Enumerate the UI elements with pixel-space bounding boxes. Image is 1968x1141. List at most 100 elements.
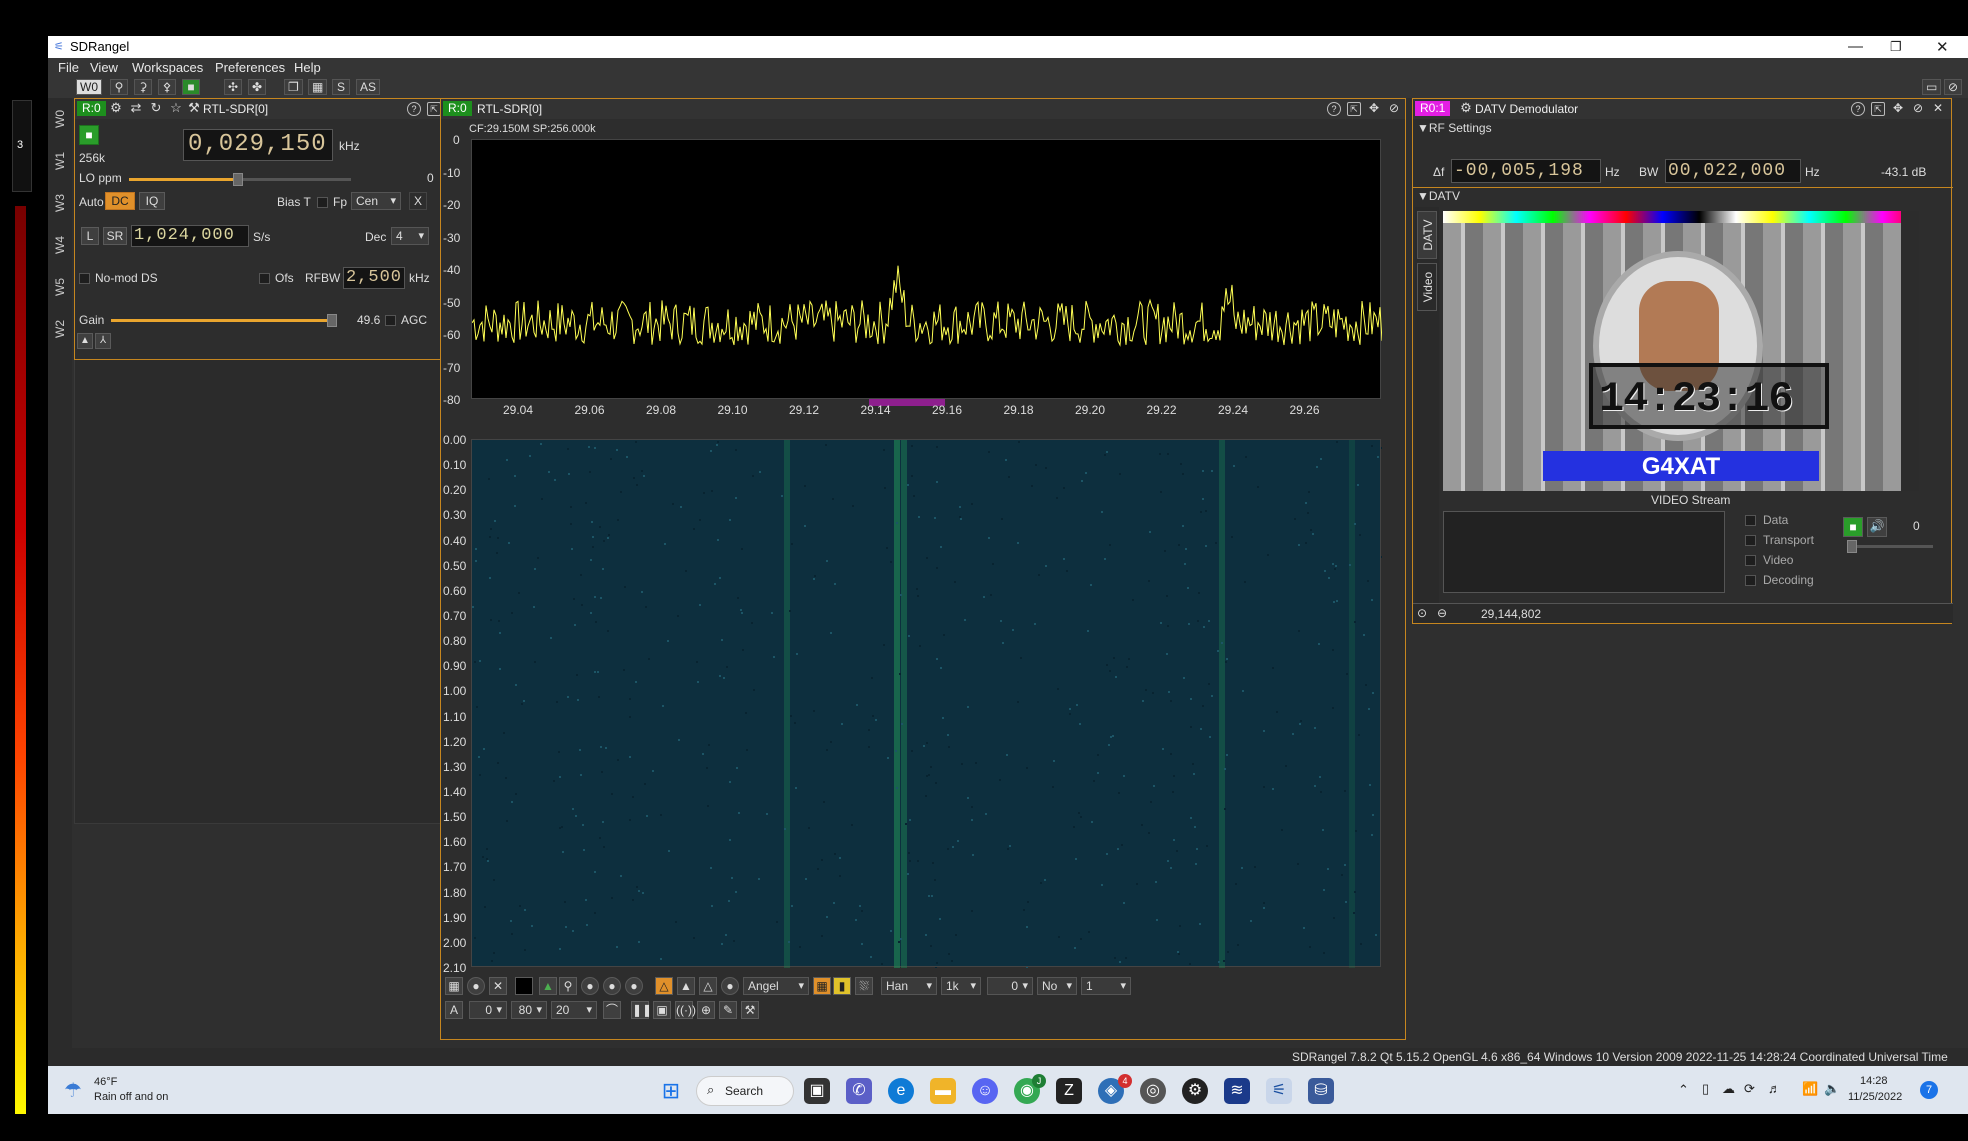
fft-window-select[interactable]: Han <box>881 977 937 995</box>
help-icon[interactable]: ? <box>407 102 421 116</box>
reference-level-spinbox[interactable]: 0 <box>469 1001 507 1019</box>
bias-t-checkbox[interactable] <box>317 197 328 208</box>
menu-view[interactable]: View <box>90 60 118 75</box>
curve-icon[interactable]: ⌒ <box>603 1001 621 1019</box>
restore-button[interactable]: ❐ <box>1890 39 1902 55</box>
workspace-tab-w1[interactable]: W1 <box>53 152 67 170</box>
change-device-icon[interactable]: ⇄ <box>129 101 143 116</box>
network-tool-icon[interactable]: ⛁ <box>1308 1078 1334 1104</box>
waterfall-grid-icon[interactable]: ▦ <box>813 977 831 995</box>
tile-icon[interactable]: ✤ <box>248 79 267 95</box>
lo-ppm-slider[interactable] <box>129 173 351 186</box>
play-stop-button[interactable]: ■ <box>1843 517 1863 537</box>
colormap-icon[interactable]: ▮ <box>833 977 851 995</box>
add-mimo-device-icon[interactable]: ⚴ <box>158 79 176 95</box>
gain-slider-knob[interactable] <box>327 314 337 327</box>
marker-1-icon[interactable]: ● <box>581 977 599 995</box>
edge-icon[interactable]: e <box>888 1078 914 1104</box>
marker-2-icon[interactable]: ● <box>603 977 621 995</box>
peak-outline-icon[interactable]: △ <box>699 977 717 995</box>
stack-windows-icon[interactable]: ❐ <box>284 79 303 95</box>
add-rx-device-icon[interactable]: ⚲ <box>110 79 128 95</box>
menu-help[interactable]: Help <box>294 60 321 75</box>
agc-checkbox[interactable] <box>385 315 396 326</box>
trinode-icon[interactable]: ⅄ <box>95 333 111 349</box>
obs-icon[interactable]: ◎ <box>1140 1078 1166 1104</box>
no-mod-ds-checkbox[interactable] <box>79 273 90 284</box>
range-spinbox[interactable]: 80 <box>511 1001 547 1019</box>
sync-icon[interactable]: ⟳ <box>1744 1081 1755 1097</box>
microphone-icon[interactable]: ♬ <box>1768 1081 1781 1096</box>
clock-time[interactable]: 14:28 <box>1860 1075 1888 1087</box>
spectrum-help-icon[interactable]: ? <box>1327 102 1341 116</box>
stack-button[interactable]: S <box>332 79 350 95</box>
teams-icon[interactable]: ✆ <box>846 1078 872 1104</box>
filezilla-icon[interactable]: Z <box>1056 1078 1082 1104</box>
minimize-button[interactable]: — <box>1848 38 1863 55</box>
spectrum-undock-icon[interactable]: ⇱ <box>1347 102 1361 116</box>
color-icon[interactable]: ● <box>721 977 739 995</box>
datv-settings-gear-icon[interactable]: ⚙ <box>1459 101 1473 116</box>
start-button-icon[interactable]: ⊞ <box>658 1078 684 1104</box>
tools-icon[interactable]: ⚒ <box>741 1001 759 1019</box>
start-stop-button[interactable]: ■ <box>79 125 99 145</box>
datv-undock-icon[interactable]: ⇱ <box>1871 102 1885 116</box>
decimation-select[interactable]: 4 <box>391 227 429 245</box>
overlap-select[interactable]: No <box>1037 977 1077 995</box>
wifi-icon[interactable]: 📶 <box>1802 1081 1818 1097</box>
file-explorer-icon[interactable]: ▬ <box>930 1078 956 1104</box>
sr-button[interactable]: SR <box>103 227 127 245</box>
add-feature-icon[interactable]: ■ <box>182 79 200 95</box>
black-square-icon[interactable] <box>515 977 533 995</box>
notification-badge[interactable]: 7 <box>1920 1081 1938 1099</box>
menu-preferences[interactable]: Preferences <box>215 60 285 75</box>
fp-position-select[interactable]: Cen <box>351 192 401 210</box>
battery-icon[interactable]: ▯ <box>1702 1081 1709 1097</box>
grid-layout-icon[interactable]: ▦ <box>308 79 328 95</box>
datv-help-icon[interactable]: ? <box>1851 102 1865 116</box>
up-arrow-icon[interactable]: ▲ <box>77 333 93 349</box>
averaging-select[interactable]: 1 <box>1081 977 1131 995</box>
volume-slider[interactable] <box>1847 540 1933 553</box>
cloud-icon[interactable]: ☁ <box>1722 1081 1735 1097</box>
offset-tuning-checkbox[interactable] <box>259 273 270 284</box>
task-view-icon[interactable]: ▣ <box>804 1078 830 1104</box>
discord-icon[interactable]: ☺ <box>972 1078 998 1104</box>
workspace-tab-w3[interactable]: W3 <box>53 194 67 212</box>
weather-temp[interactable]: 46°F <box>94 1076 117 1088</box>
move-to-device-icon[interactable]: ⊙ <box>1417 606 1427 620</box>
close-button[interactable]: ✕ <box>1936 38 1949 56</box>
workspace-button[interactable]: W0 <box>76 79 102 95</box>
pause-icon[interactable]: ❚❚ <box>631 1001 652 1019</box>
sdrangel-taskbar-icon[interactable]: ⚟ <box>1266 1078 1292 1104</box>
marker-3-icon[interactable]: ● <box>625 977 643 995</box>
center-frequency-dial[interactable]: 0,029,150 <box>183 129 333 161</box>
datv-close-icon[interactable]: ✕ <box>1931 102 1945 116</box>
undock-icon[interactable]: ⇱ <box>427 102 441 116</box>
grid-toggle-icon[interactable]: ▦ <box>445 977 463 995</box>
fft-size-select[interactable]: 1k <box>941 977 981 995</box>
spectrum-maximize-icon[interactable]: ✥ <box>1367 102 1381 116</box>
ruler-icon[interactable]: ✎ <box>719 1001 737 1019</box>
3d-spectrogram-icon[interactable]: ⛆ <box>855 977 873 995</box>
show-hidden-icons[interactable]: ⌃ <box>1678 1082 1689 1098</box>
workspace-tab-w5[interactable]: W5 <box>53 278 67 296</box>
gain-slider[interactable] <box>111 314 337 327</box>
settings-gear-icon[interactable]: ⚙ <box>109 101 123 116</box>
clock-date[interactable]: 11/25/2022 <box>1848 1091 1902 1103</box>
dc-correction-button[interactable]: DC <box>105 192 135 210</box>
palette-select[interactable]: Angel <box>743 977 809 995</box>
iq-correction-button[interactable]: IQ <box>139 192 165 210</box>
menu-file[interactable]: File <box>58 60 79 75</box>
workspace-tab-w2[interactable]: W2 <box>53 320 67 338</box>
speaker-icon[interactable]: 🔊 <box>1867 517 1887 537</box>
datv-section-toggle[interactable]: ▼DATV <box>1417 189 1460 203</box>
cascade-icon[interactable]: ✣ <box>224 79 243 95</box>
bandwidth-dial[interactable]: 00,022,000 <box>1665 159 1801 183</box>
auto-stack-button[interactable]: AS <box>356 79 381 95</box>
spectrum-hide-icon[interactable]: ⊘ <box>1387 102 1401 116</box>
device-tool-icon[interactable]: ⚒ <box>187 101 201 116</box>
broadcast-icon[interactable]: ((·)) <box>675 1001 696 1019</box>
reset-icon[interactable]: ✕ <box>489 977 507 995</box>
steam-icon[interactable]: ⚙ <box>1182 1078 1208 1104</box>
